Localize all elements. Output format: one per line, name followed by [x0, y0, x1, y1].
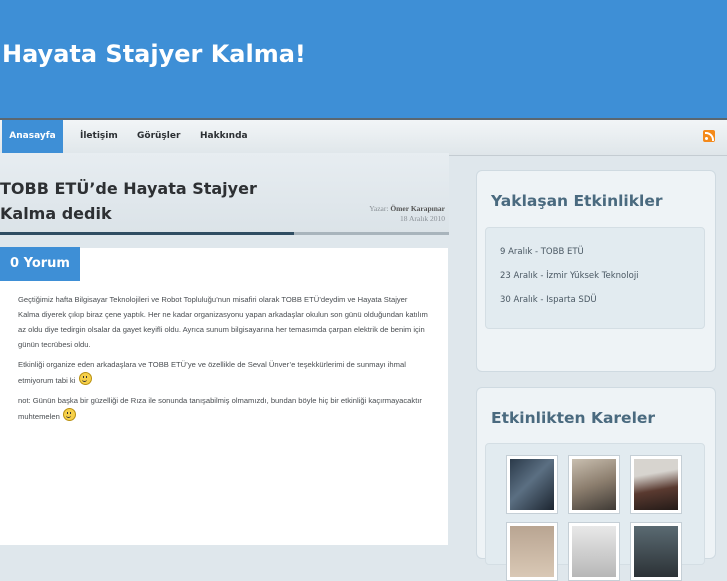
- events-widget: Yaklaşan Etkinlikler 9 Aralık - TOBB ETÜ…: [476, 170, 716, 372]
- smiley-icon: [62, 408, 76, 421]
- photo-thumb-4[interactable]: [506, 522, 558, 581]
- photo-thumb-5[interactable]: [568, 522, 620, 581]
- nav-item-anasayfa[interactable]: Anasayfa: [2, 120, 63, 155]
- post-progress-fill: [0, 232, 295, 235]
- events-widget-title: Yaklaşan Etkinlikler: [491, 192, 663, 210]
- nav-item-iletisim[interactable]: İletişim: [80, 120, 118, 155]
- post-paragraph-1: Geçtiğimiz hafta Bilgisayar Teknolojiler…: [18, 295, 428, 349]
- post-date: 18 Aralık 2010: [400, 214, 445, 223]
- post-author[interactable]: Ömer Karapınar: [390, 204, 445, 213]
- post-content: Geçtiğimiz hafta Bilgisayar Teknolojiler…: [18, 292, 430, 429]
- event-item-2[interactable]: 23 Aralık - İzmir Yüksek Teknoloji: [500, 271, 639, 281]
- site-title[interactable]: Hayata Stajyer Kalma!: [2, 40, 306, 68]
- post-paragraph-2: Etkinliği organize eden arkadaşlara ve T…: [18, 360, 406, 385]
- photos-widget-title: Etkinlikten Kareler: [491, 409, 656, 427]
- event-item-3[interactable]: 30 Aralık - Isparta SDÜ: [500, 295, 597, 305]
- comments-badge[interactable]: 0 Yorum: [0, 247, 80, 281]
- event-item-1[interactable]: 9 Aralık - TOBB ETÜ: [500, 247, 584, 257]
- main-nav: Anasayfa İletişim Görüşler Hakkında: [0, 118, 727, 156]
- site-header: Hayata Stajyer Kalma!: [0, 0, 727, 118]
- photo-thumb-1[interactable]: [506, 455, 558, 514]
- photo-thumb-3[interactable]: [630, 455, 682, 514]
- photos-widget: Etkinlikten Kareler: [476, 387, 716, 581]
- post-progress-bar: [0, 232, 449, 235]
- rss-icon[interactable]: [703, 130, 715, 142]
- post-meta: Yazar: Ömer Karapınar 18 Aralık 2010: [305, 204, 445, 224]
- author-prefix: Yazar:: [369, 204, 389, 213]
- photo-thumb-2[interactable]: [568, 455, 620, 514]
- photo-thumb-6[interactable]: [630, 522, 682, 581]
- post-paragraph-3: not: Günün başka bir güzelliği de Rıza i…: [18, 396, 422, 421]
- nav-item-hakkinda[interactable]: Hakkında: [200, 120, 248, 155]
- smiley-icon: [78, 372, 92, 385]
- events-list: 9 Aralık - TOBB ETÜ 23 Aralık - İzmir Yü…: [485, 227, 705, 329]
- nav-item-gorusler[interactable]: Görüşler: [137, 120, 180, 155]
- photos-grid: [485, 443, 705, 581]
- post-title[interactable]: TOBB ETÜ’de Hayata Stajyer Kalma dedik: [0, 176, 300, 226]
